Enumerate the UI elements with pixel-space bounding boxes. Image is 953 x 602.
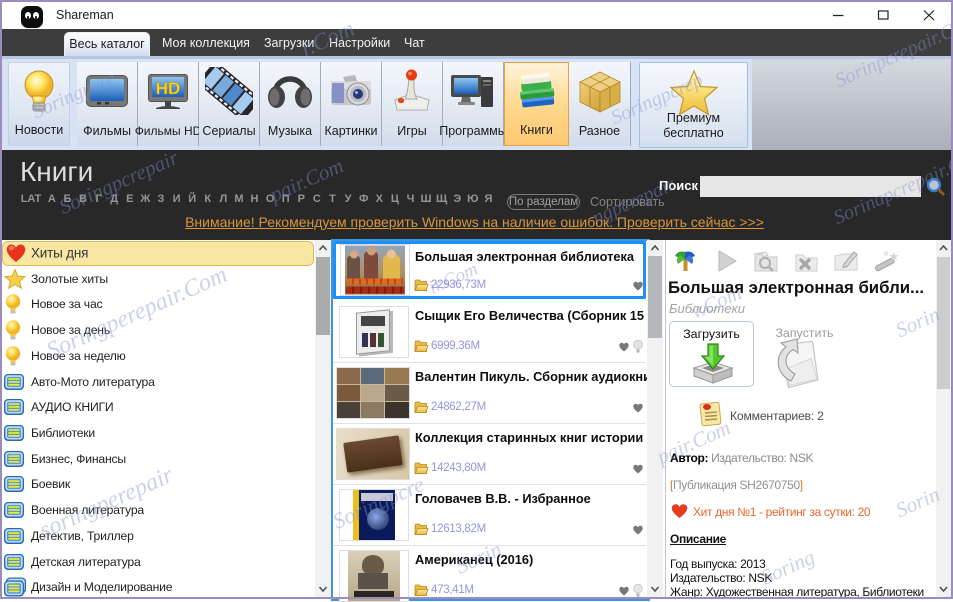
svg-text:HD: HD bbox=[156, 79, 181, 98]
